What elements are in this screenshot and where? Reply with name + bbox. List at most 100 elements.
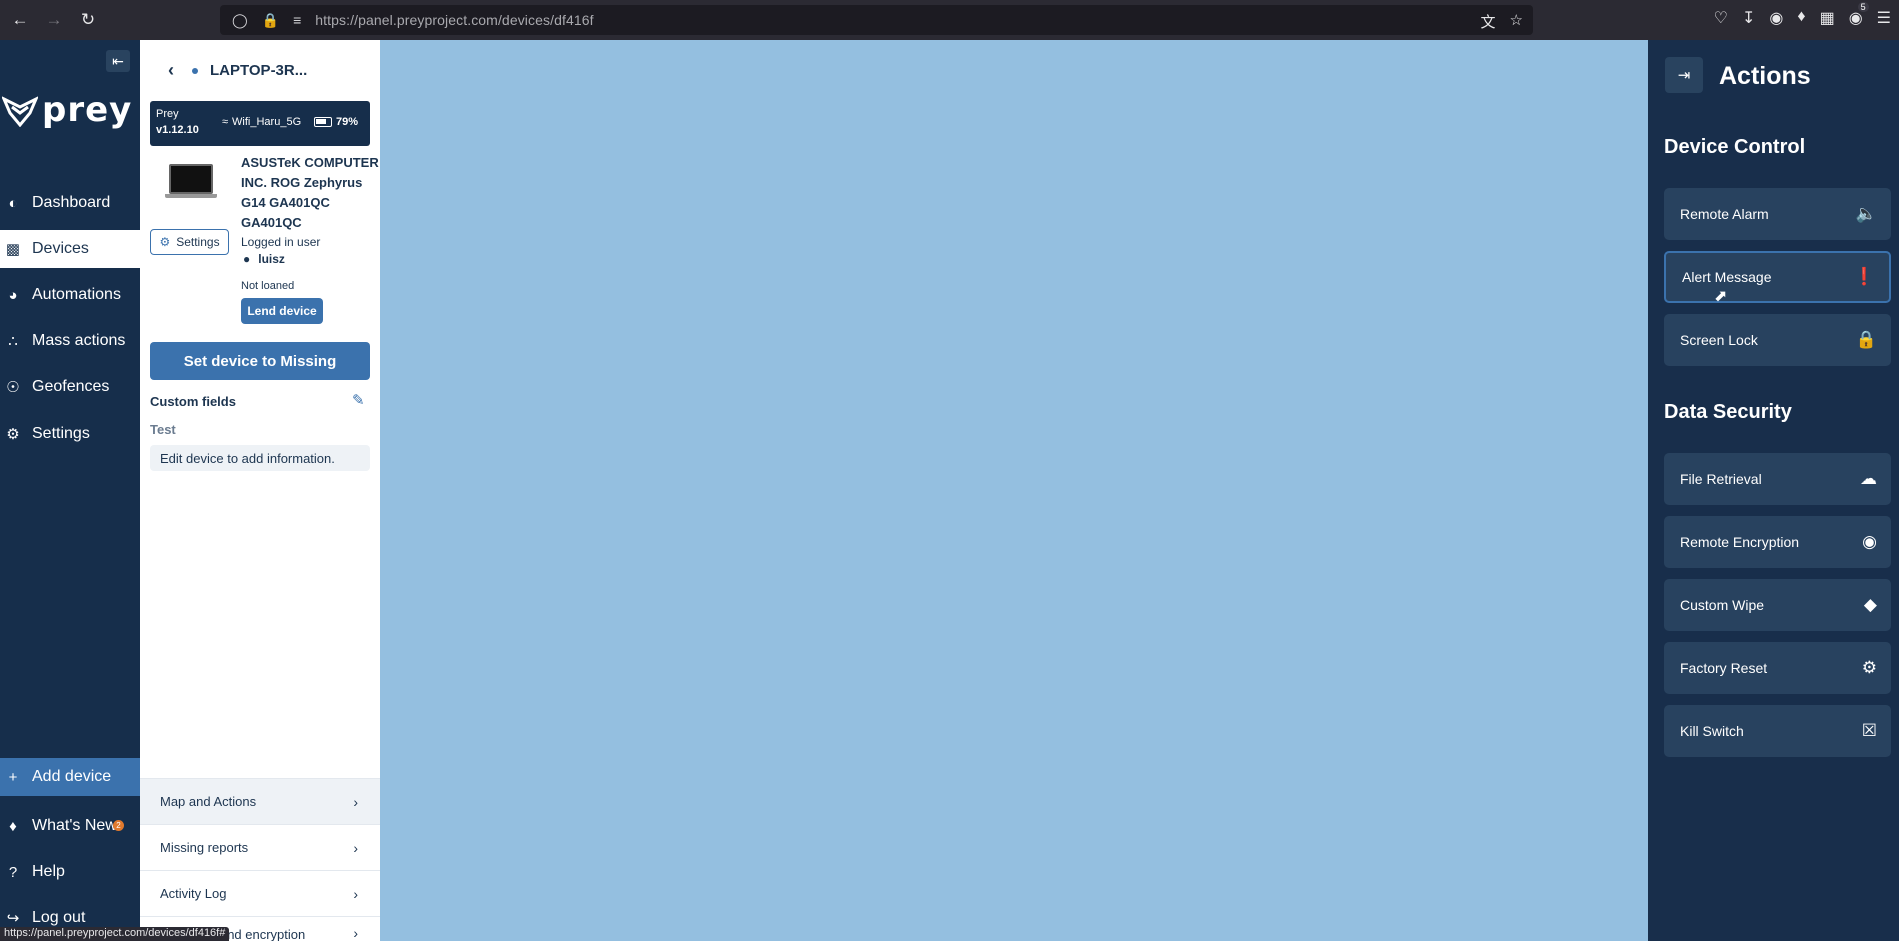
alert-icon: ❗ [1853,267,1875,286]
battery-level: 79% [336,116,359,128]
online-dot-icon [192,67,198,74]
encryption-lock-icon: ◉ [1862,532,1877,551]
remote-alarm-button[interactable]: Remote Alarm 🔈 [1664,188,1891,240]
map-area[interactable] [380,40,1648,941]
nav-dashboard-label: Dashboard [32,194,111,211]
user-name: luisz [258,252,285,266]
screen-lock-button[interactable]: Screen Lock 🔒 [1664,314,1891,366]
nav-settings[interactable]: ⚙ Settings [0,415,140,453]
nav-whats-new[interactable]: ♦ What's New 2 [0,807,140,845]
data-security-title: Data Security [1664,401,1792,423]
battery-icon [314,117,332,127]
nav-help[interactable]: ? Help [0,853,140,891]
speaker-icon: 🔈 [1855,204,1877,223]
pencil-icon[interactable]: ✎ [352,391,365,409]
menu-icon[interactable]: ☰ [1877,8,1891,28]
lend-device-button[interactable]: Lend device [241,298,323,324]
url-bar[interactable]: ◯ 🔒 ≡ https://panel.preyproject.com/devi… [220,5,1533,35]
nav-mass-actions-label: Mass actions [32,332,126,349]
wifi-name: Wifi_Haru_5G [232,116,302,128]
nav-devices-label: Devices [32,240,89,257]
menu-map-and-actions-label: Map and Actions [160,794,257,809]
dashboard-icon: ◐ [8,194,18,212]
collapse-actions-icon[interactable]: ⇥ [1665,57,1703,93]
whats-new-badge: 2 [113,820,124,831]
kill-switch-label: Kill Switch [1680,723,1744,739]
screen-lock-label: Screen Lock [1680,332,1758,348]
lock-icon: 🔒 [1855,330,1877,349]
menu-activity-log-label: Activity Log [160,886,227,901]
pocket-icon[interactable]: ♡ [1714,8,1728,28]
logo-text: prey [42,90,133,130]
nav-dashboard[interactable]: ◐ Dashboard [0,184,140,222]
help-icon: ? [8,863,18,881]
translate-icon[interactable]: 文 [1481,11,1496,32]
permissions-icon[interactable]: ≡ [293,12,301,28]
device-control-title: Device Control [1664,136,1806,158]
nav-geofences[interactable]: ☉ Geofences [0,368,140,406]
padlock-icon[interactable]: 🔒 [262,12,279,29]
settings-label: Settings [176,235,220,249]
nav-settings-label: Settings [32,425,90,442]
shield-icon[interactable]: ◯ [232,12,248,29]
logged-in-user: ● luisz [243,252,285,266]
battery-status: 79% [314,116,358,128]
download-icon[interactable]: ↧ [1742,8,1755,28]
wifi-icon: ≈ [222,116,229,128]
add-device-label: Add device [32,768,112,785]
custom-wipe-button[interactable]: Custom Wipe ◆ [1664,579,1891,631]
forward-arrow-icon[interactable]: → [40,6,68,34]
prey-bird-icon [2,96,38,127]
device-settings-button[interactable]: ⚙ Settings [150,229,229,255]
collapse-nav-icon[interactable]: ⇤ [106,50,130,72]
left-nav: ⇤ prey ◐ Dashboard ▩ Devices ◕ Automatio… [0,40,140,941]
menu-activity-log[interactable]: Activity Log › [140,870,380,916]
menu-missing-reports[interactable]: Missing reports › [140,824,380,870]
device-name: LAPTOP-3R... [210,62,308,79]
chevron-right-icon: › [353,793,358,810]
prey-version: v1.12.10 [156,124,199,136]
user-icon: ● [243,252,251,266]
extensions-icon[interactable]: ♦ [1797,8,1805,28]
browser-toolbar: ← → ↻ ◯ 🔒 ≡ https://panel.preyproject.co… [0,0,1899,40]
nav-help-label: Help [32,863,65,880]
add-device-button[interactable]: + Add device [0,758,140,796]
reload-icon[interactable]: ↻ [74,6,102,34]
custom-field-name: Test [150,422,176,437]
nav-automations[interactable]: ◕ Automations [0,276,140,314]
plus-icon: + [8,768,18,786]
nodes-icon: ∴ [8,333,18,350]
chevron-right-icon: › [353,839,358,856]
laptop-image [165,164,217,202]
loan-status: Not loaned [241,280,295,292]
nav-automations-label: Automations [32,286,121,303]
bookmark-star-icon[interactable]: ☆ [1510,11,1523,32]
factory-reset-button[interactable]: Factory Reset ⚙ [1664,642,1891,694]
account-icon[interactable]: ◉ [1769,8,1783,28]
nav-whats-new-label: What's New [32,817,117,834]
ublock-icon[interactable]: ◉ 5 [1849,2,1869,28]
kill-switch-button[interactable]: Kill Switch ☒ [1664,705,1891,757]
prey-logo: prey [2,90,132,130]
menu-map-and-actions[interactable]: Map and Actions › [140,778,380,824]
custom-wipe-label: Custom Wipe [1680,597,1765,613]
device-panel: ‹ LAPTOP-3R... Prey v1.12.10 ≈ Wifi_Haru… [140,40,380,941]
remote-encryption-label: Remote Encryption [1680,534,1800,550]
alert-message-button[interactable]: Alert Message ❗ [1664,251,1891,303]
gear-icon: ⚙ [1861,658,1877,677]
nav-devices[interactable]: ▩ Devices [0,230,140,268]
set-missing-button[interactable]: Set device to Missing [150,342,370,380]
menu-missing-reports-label: Missing reports [160,840,249,855]
gear-icon: ⚙ [6,426,20,443]
remote-encryption-button[interactable]: Remote Encryption ◉ [1664,516,1891,568]
nav-mass-actions[interactable]: ∴ Mass actions [0,322,140,360]
pin-icon: ☉ [6,379,20,396]
back-arrow-icon[interactable]: ← [6,6,34,34]
back-chevron-icon[interactable]: ‹ [168,60,174,81]
nav-logout-label: Log out [32,909,86,926]
url-text[interactable]: https://panel.preyproject.com/devices/df… [315,12,593,28]
qr-icon[interactable]: ▦ [1820,8,1835,28]
file-retrieval-button[interactable]: File Retrieval ☁ [1664,453,1891,505]
device-status-card: Prey v1.12.10 ≈ Wifi_Haru_5G 79% [150,101,370,146]
device-header: ‹ LAPTOP-3R... [168,60,307,81]
